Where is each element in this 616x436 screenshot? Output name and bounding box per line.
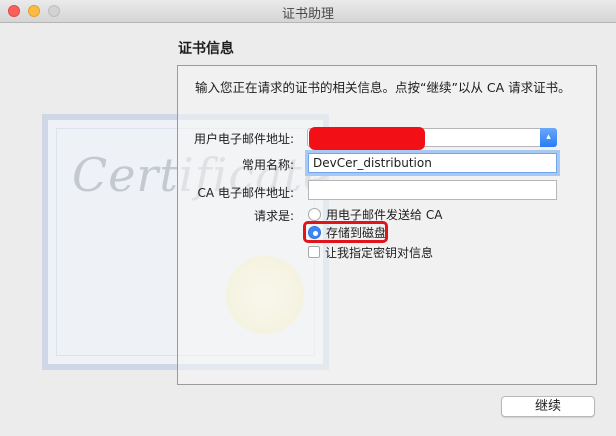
email-to-ca-option[interactable]: 用电子邮件发送给 CA (308, 206, 442, 222)
ca-email-label: CA 电子邮件地址: (197, 186, 294, 200)
email-label: 用户电子邮件地址: (193, 132, 294, 146)
redacted-email (309, 127, 425, 150)
ca-email-field[interactable] (308, 180, 557, 200)
intro-text: 输入您正在请求的证书的相关信息。点按“继续”以从 CA 请求证书。 (195, 80, 571, 95)
radio-email-to-ca[interactable] (308, 207, 321, 221)
key-pair-label: 让我指定密钥对信息 (325, 245, 434, 260)
key-pair-checkbox[interactable] (308, 246, 320, 258)
email-to-ca-label: 用电子邮件发送给 CA (326, 207, 443, 222)
email-combobox[interactable]: ▴ (307, 127, 557, 150)
certificate-assistant-window: 证书助理 Certificate 证书信息 输入您正在请求的证书的相关信息。点按… (0, 0, 616, 436)
window-title: 证书助理 (281, 7, 334, 22)
dropdown-arrows-icon[interactable]: ▴ (540, 128, 557, 147)
key-pair-option[interactable]: 让我指定密钥对信息 (308, 244, 433, 260)
request-label: 请求是: (253, 209, 294, 223)
common-name-label: 常用名称: (241, 158, 294, 172)
save-to-disk-highlight (303, 221, 388, 243)
common-name-field[interactable] (308, 153, 557, 173)
title-bar: 证书助理 (0, 0, 616, 23)
continue-button[interactable]: 继续 (501, 396, 595, 417)
section-title: 证书信息 (178, 41, 234, 57)
